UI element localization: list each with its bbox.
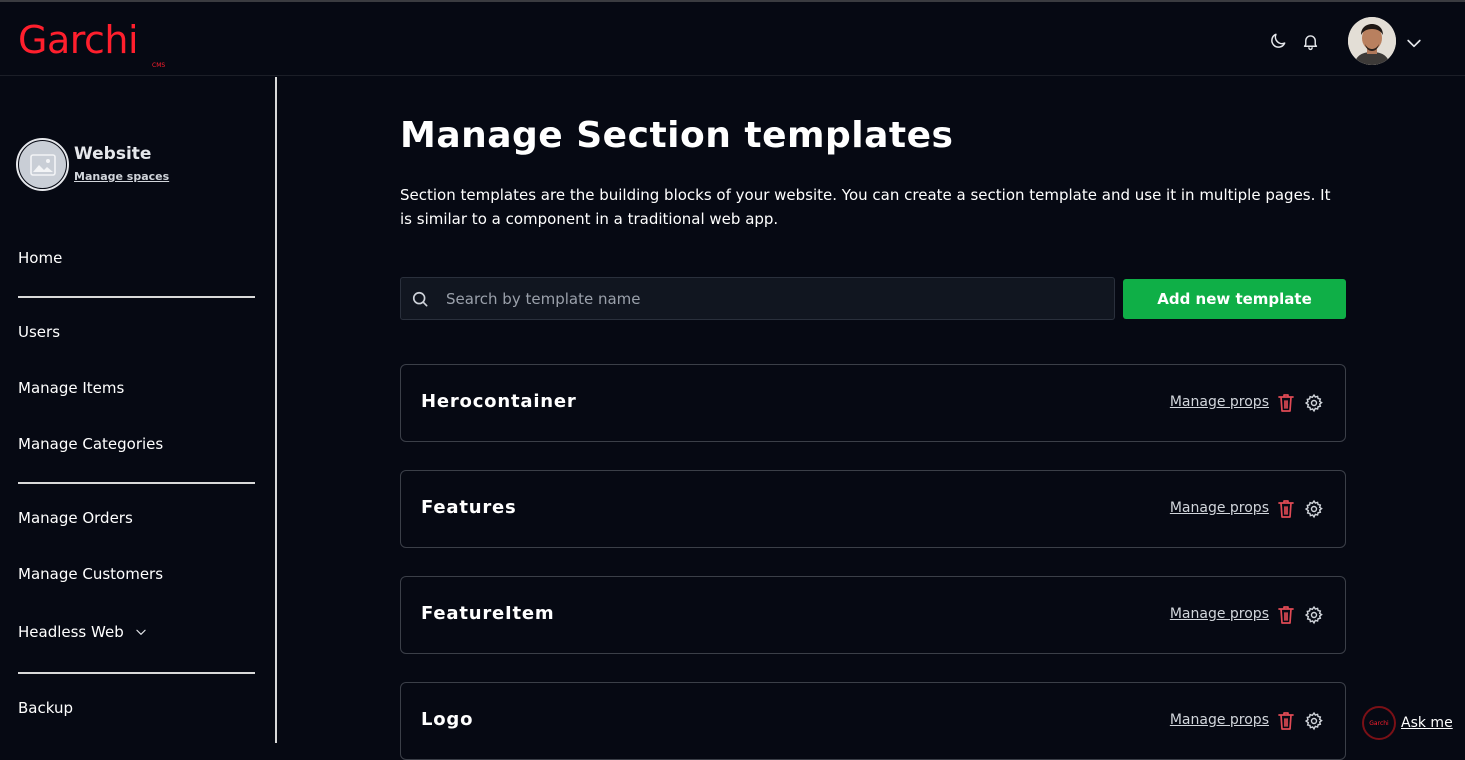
sidebar-divider — [18, 482, 255, 484]
template-card: Features Manage props — [400, 470, 1346, 548]
space-switcher: Website Manage spaces — [16, 138, 256, 192]
logo-subtitle: CMS — [152, 62, 166, 69]
sidebar-item-label: Manage Items — [18, 379, 125, 397]
template-card: Logo Manage props — [400, 682, 1346, 760]
sidebar-item-label: Manage Categories — [18, 435, 164, 453]
sidebar-item-label: Headless Web — [18, 623, 124, 641]
page-title: Manage Section templates — [400, 115, 954, 156]
trash-icon[interactable] — [1276, 710, 1296, 732]
gear-icon[interactable] — [1304, 605, 1324, 625]
space-name: Website — [74, 144, 152, 164]
sidebar-item-backup[interactable]: Backup — [18, 699, 73, 717]
sidebar-divider — [18, 296, 255, 298]
template-name: Logo — [421, 709, 474, 730]
sidebar-item-users[interactable]: Users — [18, 323, 60, 341]
space-avatar — [16, 138, 69, 191]
trash-icon[interactable] — [1276, 392, 1296, 414]
page-description: Section templates are the building block… — [400, 186, 1331, 228]
bell-icon[interactable] — [1299, 30, 1321, 52]
manage-props-link[interactable]: Manage props — [1170, 500, 1269, 516]
manage-props-link[interactable]: Manage props — [1170, 394, 1269, 410]
template-card: Herocontainer Manage props — [400, 364, 1346, 442]
sidebar: Website Manage spaces Home Users Manage … — [0, 77, 277, 743]
sidebar-item-manage-categories[interactable]: Manage Categories — [18, 435, 163, 453]
garchi-logo[interactable]: Garchi — [18, 20, 139, 60]
sidebar-item-label: Manage Customers — [18, 565, 164, 583]
sidebar-item-label: Manage Orders — [18, 509, 133, 527]
sidebar-item-manage-orders[interactable]: Manage Orders — [18, 509, 133, 527]
search-box[interactable] — [400, 277, 1115, 320]
trash-icon[interactable] — [1276, 604, 1296, 626]
add-new-template-button[interactable]: Add new template — [1123, 279, 1346, 319]
template-name: FeatureItem — [421, 603, 555, 624]
gear-icon[interactable] — [1304, 393, 1324, 413]
manage-spaces-link[interactable]: Manage spaces — [74, 170, 169, 183]
template-name: Features — [421, 497, 517, 518]
gear-icon[interactable] — [1304, 711, 1324, 731]
gear-icon[interactable] — [1304, 499, 1324, 519]
template-name: Herocontainer — [421, 391, 577, 412]
template-card: FeatureItem Manage props — [400, 576, 1346, 654]
sidebar-item-label: Users — [18, 323, 61, 341]
sidebar-item-home[interactable]: Home — [18, 249, 62, 267]
trash-icon[interactable] — [1276, 498, 1296, 520]
chevron-down-icon[interactable] — [1404, 33, 1424, 53]
manage-props-link[interactable]: Manage props — [1170, 712, 1269, 728]
moon-icon[interactable] — [1267, 30, 1289, 52]
search-input[interactable] — [444, 288, 1114, 309]
image-icon — [29, 153, 56, 176]
sidebar-divider — [18, 672, 255, 674]
chevron-down-icon[interactable] — [134, 625, 148, 639]
sidebar-item-manage-customers[interactable]: Manage Customers — [18, 565, 163, 583]
top-bar: Garchi CMS — [0, 0, 1465, 76]
sidebar-item-label: Home — [18, 249, 63, 267]
ask-me-link[interactable]: Ask me — [1401, 715, 1453, 731]
user-avatar[interactable] — [1348, 17, 1396, 65]
sidebar-item-label: Backup — [18, 699, 73, 717]
sidebar-item-headless-web[interactable]: Headless Web — [18, 623, 148, 641]
ask-me-widget[interactable]: Garchi Ask me — [1362, 706, 1462, 740]
assistant-logo[interactable]: Garchi — [1362, 706, 1396, 740]
sidebar-item-manage-items[interactable]: Manage Items — [18, 379, 124, 397]
manage-props-link[interactable]: Manage props — [1170, 606, 1269, 622]
search-icon — [412, 291, 428, 306]
